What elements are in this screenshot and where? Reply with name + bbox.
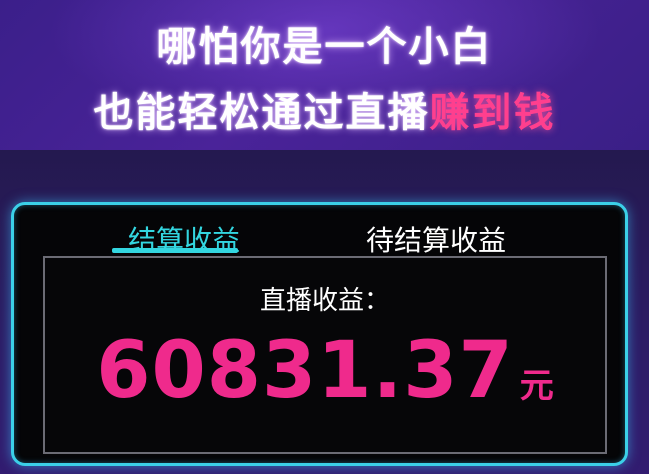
headline-line-2-main: 也能轻松通过直播	[93, 90, 430, 136]
headline-line-2-highlight: 赚到钱	[429, 90, 556, 136]
amount-row: 60831.37 元	[45, 326, 605, 416]
earnings-label: 直播收益：	[259, 286, 390, 316]
amount-panel: 直播收益： 60831.37 元	[43, 256, 607, 454]
tab-pending-earnings[interactable]: 待结算收益	[366, 219, 506, 259]
earnings-amount: 60831.37	[96, 326, 514, 416]
earnings-card: 结算收益 待结算收益 直播收益： 60831.37 元	[11, 202, 628, 466]
active-tab-indicator	[112, 248, 238, 253]
tab-settled-earnings[interactable]: 结算收益	[128, 219, 240, 259]
headline-line-1: 哪怕你是一个小白	[156, 24, 493, 70]
headline-banner: 哪怕你是一个小白 也能轻松通过直播赚到钱	[0, 0, 649, 150]
earnings-unit: 元	[519, 366, 554, 406]
headline-line-2: 也能轻松通过直播赚到钱	[0, 80, 649, 138]
